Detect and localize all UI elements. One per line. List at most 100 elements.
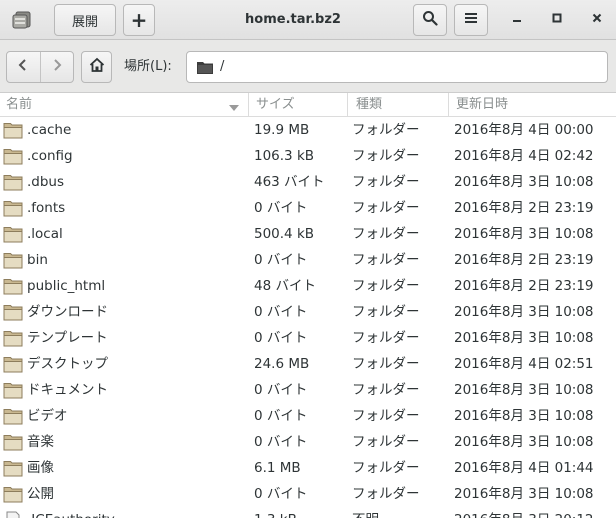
file-modified: 2016年8月 4日 02:51 <box>454 356 594 372</box>
location-path: / <box>220 59 225 74</box>
file-modified: 2016年8月 3日 10:08 <box>454 434 594 450</box>
home-button[interactable] <box>81 51 112 83</box>
location-field[interactable]: / <box>186 51 608 83</box>
file-row[interactable]: .config 106.3 kB フォルダー 2016年8月 4日 02:42 <box>0 143 616 169</box>
file-name: ドキュメント <box>27 382 108 398</box>
folder-icon <box>3 303 23 321</box>
file-type: フォルダー <box>352 382 420 398</box>
file-type: フォルダー <box>352 434 420 450</box>
file-modified: 2016年8月 3日 10:08 <box>454 226 594 242</box>
file-size: 106.3 kB <box>254 148 315 164</box>
file-type: 不明 <box>352 507 379 518</box>
folder-icon <box>3 173 23 191</box>
file-row[interactable]: テンプレート 0 バイト フォルダー 2016年8月 3日 10:08 <box>0 325 616 351</box>
folder-icon <box>196 60 214 79</box>
archive-app-icon <box>10 9 34 31</box>
file-size: 0 バイト <box>254 486 308 502</box>
file-row[interactable]: public_html 48 バイト フォルダー 2016年8月 2日 23:19 <box>0 273 616 299</box>
file-name: 画像 <box>27 460 54 476</box>
file-size: 6.1 MB <box>254 460 301 476</box>
file-name: テンプレート <box>27 330 108 346</box>
column-header-size[interactable]: サイズ <box>248 93 347 116</box>
file-name: 音楽 <box>27 434 54 450</box>
file-list: .cache 19.9 MB フォルダー 2016年8月 4日 00:00 .confi… <box>0 117 616 518</box>
file-name: 公開 <box>27 486 54 502</box>
file-row[interactable]: .cache 19.9 MB フォルダー 2016年8月 4日 00:00 <box>0 117 616 143</box>
window-title: home.tar.bz2 <box>245 12 341 27</box>
file-type: フォルダー <box>352 200 420 216</box>
folder-icon <box>3 407 23 425</box>
file-row[interactable]: 音楽 0 バイト フォルダー 2016年8月 3日 10:08 <box>0 429 616 455</box>
file-row[interactable]: .local 500.4 kB フォルダー 2016年8月 3日 10:08 <box>0 221 616 247</box>
add-files-button[interactable]: + <box>123 4 155 36</box>
file-size: 500.4 kB <box>254 226 315 242</box>
file-modified: 2016年8月 2日 23:19 <box>454 252 594 268</box>
minimize-icon <box>511 12 523 28</box>
close-icon <box>591 12 603 28</box>
folder-icon <box>3 329 23 347</box>
file-row[interactable]: .dbus 463 バイト フォルダー 2016年8月 3日 10:08 <box>0 169 616 195</box>
file-name: .ICEauthority <box>27 507 115 518</box>
file-size: 24.6 MB <box>254 356 310 372</box>
header-bar: 展開 + home.tar.bz2 <box>0 0 616 40</box>
column-header-name[interactable]: 名前 <box>0 93 248 116</box>
menu-button[interactable] <box>454 4 488 36</box>
file-row[interactable]: bin 0 バイト フォルダー 2016年8月 2日 23:19 <box>0 247 616 273</box>
file-name: .local <box>27 226 63 242</box>
minimize-button[interactable] <box>505 8 529 32</box>
folder-icon <box>3 199 23 217</box>
file-row[interactable]: 画像 6.1 MB フォルダー 2016年8月 4日 01:44 <box>0 455 616 481</box>
location-bar: 場所(L): / <box>0 40 616 93</box>
extract-button[interactable]: 展開 <box>54 4 116 36</box>
file-size: 0 バイト <box>254 408 308 424</box>
file-size: 0 バイト <box>254 304 308 320</box>
file-name: bin <box>27 252 48 268</box>
file-name: .config <box>27 148 73 164</box>
file-size: 463 バイト <box>254 174 325 190</box>
column-header-modified[interactable]: 更新日時 <box>448 93 616 116</box>
file-row[interactable]: .fonts 0 バイト フォルダー 2016年8月 2日 23:19 <box>0 195 616 221</box>
file-type: フォルダー <box>352 226 420 242</box>
file-row[interactable]: .ICEauthority 1.3 kB 不明 2016年8月 3日 20:12 <box>0 507 616 518</box>
folder-icon <box>3 459 23 477</box>
close-button[interactable] <box>585 8 609 32</box>
back-button[interactable] <box>7 52 41 82</box>
folder-icon <box>3 251 23 269</box>
file-modified: 2016年8月 2日 23:19 <box>454 278 594 294</box>
file-type: フォルダー <box>352 278 420 294</box>
forward-button[interactable] <box>41 52 74 82</box>
column-header-bar: 名前 サイズ 種類 更新日時 <box>0 93 616 117</box>
file-name: public_html <box>27 278 106 294</box>
file-icon <box>3 511 23 518</box>
folder-icon <box>3 485 23 503</box>
file-size: 0 バイト <box>254 330 308 346</box>
folder-icon <box>3 225 23 243</box>
file-size: 19.9 MB <box>254 122 310 138</box>
file-name: ビデオ <box>27 408 68 424</box>
search-button[interactable] <box>413 4 447 36</box>
file-row[interactable]: ドキュメント 0 バイト フォルダー 2016年8月 3日 10:08 <box>0 377 616 403</box>
file-type: フォルダー <box>352 304 420 320</box>
file-name: .cache <box>27 122 72 138</box>
file-name: .dbus <box>27 174 65 190</box>
file-size: 48 バイト <box>254 278 316 294</box>
file-row[interactable]: ダウンロード 0 バイト フォルダー 2016年8月 3日 10:08 <box>0 299 616 325</box>
folder-icon <box>3 147 23 165</box>
column-header-type[interactable]: 種類 <box>347 93 448 116</box>
file-row[interactable]: 公開 0 バイト フォルダー 2016年8月 3日 10:08 <box>0 481 616 507</box>
file-size: 0 バイト <box>254 434 308 450</box>
file-modified: 2016年8月 3日 10:08 <box>454 174 594 190</box>
home-icon <box>89 57 105 77</box>
file-modified: 2016年8月 3日 10:08 <box>454 382 594 398</box>
folder-icon <box>3 355 23 373</box>
file-row[interactable]: デスクトップ 24.6 MB フォルダー 2016年8月 4日 02:51 <box>0 351 616 377</box>
file-type: フォルダー <box>352 460 420 476</box>
folder-icon <box>3 277 23 295</box>
file-row[interactable]: ビデオ 0 バイト フォルダー 2016年8月 3日 10:08 <box>0 403 616 429</box>
file-modified: 2016年8月 4日 00:00 <box>454 122 594 138</box>
file-type: フォルダー <box>352 122 420 138</box>
file-type: フォルダー <box>352 486 420 502</box>
file-type: フォルダー <box>352 148 420 164</box>
file-size: 0 バイト <box>254 252 308 268</box>
maximize-button[interactable] <box>545 8 569 32</box>
